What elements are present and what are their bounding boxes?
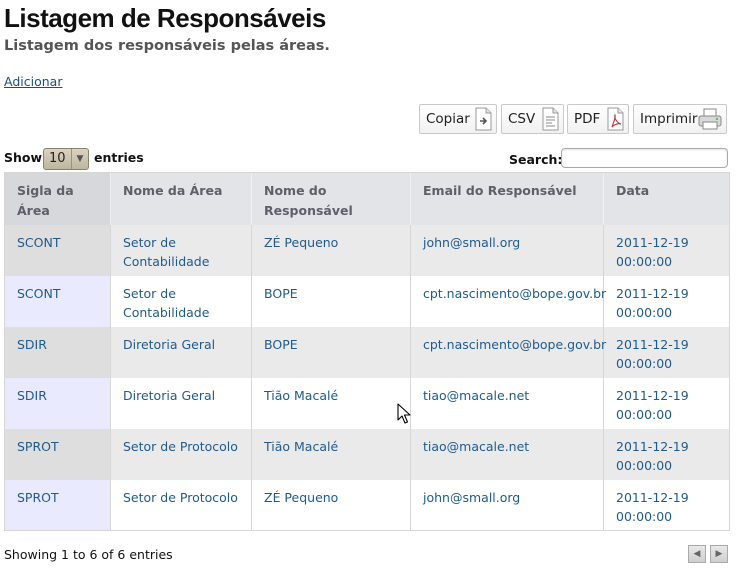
cell-nome-area: Setor de Contabilidade (110, 224, 252, 276)
copy-button-label: Copiar (426, 111, 470, 127)
cell-data: 2011-12-19 00:00:00 (603, 479, 730, 531)
show-label: Show (4, 150, 43, 165)
copy-button[interactable]: Copiar (419, 104, 497, 134)
table-row[interactable]: SDIR Diretoria Geral BOPE cpt.nascimento… (4, 326, 730, 378)
pdf-button-label: PDF (574, 111, 601, 127)
next-page-icon: ▶ (715, 549, 723, 559)
entries-per-page-value: 10 (49, 151, 66, 166)
print-button-label: Imprimir (640, 111, 698, 127)
cell-data: 2011-12-19 00:00:00 (603, 428, 730, 480)
header-nome-responsavel[interactable]: Nome do Responsável (251, 172, 411, 225)
entries-per-page-select[interactable]: 10 ▼ (43, 148, 89, 170)
copy-icon (473, 107, 493, 135)
table-row[interactable]: SDIR Diretoria Geral Tião Macalé tiao@ma… (4, 377, 730, 429)
printer-icon (697, 107, 723, 135)
cell-email: tiao@macale.net (410, 377, 604, 429)
previous-page-button[interactable]: ◀ (688, 545, 706, 563)
cell-sigla: SPROT (4, 479, 111, 531)
csv-button[interactable]: CSV (501, 104, 564, 134)
cell-email: cpt.nascimento@bope.gov.br (410, 275, 606, 327)
chevron-down-icon: ▼ (71, 149, 88, 169)
table-row[interactable]: SCONT Setor de Contabilidade BOPE cpt.na… (4, 275, 730, 327)
table-info: Showing 1 to 6 of 6 entries (4, 547, 173, 562)
cell-nome-area: Setor de Contabilidade (110, 275, 252, 327)
cell-nome-area: Diretoria Geral (110, 326, 252, 378)
cell-nome-area: Setor de Protocolo (110, 428, 252, 480)
table-header-row: Sigla da Área Nome da Área Nome do Respo… (4, 172, 730, 225)
cell-data: 2011-12-19 00:00:00 (603, 377, 730, 429)
cell-email: john@small.org (410, 224, 604, 276)
search-label: Search: (509, 152, 563, 167)
cell-sigla: SPROT (4, 428, 111, 480)
pdf-button[interactable]: PDF (567, 104, 629, 134)
search-input[interactable] (561, 148, 728, 168)
cell-responsavel: Tião Macalé (251, 377, 411, 429)
table-row[interactable]: SCONT Setor de Contabilidade ZÉ Pequeno … (4, 224, 730, 276)
cell-email: cpt.nascimento@bope.gov.br (410, 326, 606, 378)
cell-sigla: SDIR (4, 377, 111, 429)
cell-data: 2011-12-19 00:00:00 (603, 275, 730, 327)
cell-sigla: SCONT (4, 275, 111, 327)
cell-responsavel: Tião Macalé (251, 428, 411, 480)
entries-label: entries (94, 150, 144, 165)
add-link[interactable]: Adicionar (4, 74, 62, 89)
table-row[interactable]: SPROT Setor de Protocolo Tião Macalé tia… (4, 428, 730, 480)
cell-sigla: SCONT (4, 224, 111, 276)
next-page-button[interactable]: ▶ (710, 545, 728, 563)
csv-button-label: CSV (508, 111, 536, 127)
previous-page-icon: ◀ (693, 549, 701, 559)
print-button[interactable]: Imprimir (633, 104, 727, 134)
cell-sigla: SDIR (4, 326, 111, 378)
header-sigla-area[interactable]: Sigla da Área (4, 172, 111, 225)
cell-responsavel: ZÉ Pequeno (251, 479, 411, 531)
cell-email: john@small.org (410, 479, 604, 531)
page-title: Listagem de Responsáveis (4, 3, 326, 33)
cell-data: 2011-12-19 00:00:00 (603, 224, 730, 276)
mouse-cursor-icon (397, 403, 411, 429)
cell-nome-area: Diretoria Geral (110, 377, 252, 429)
csv-file-icon (540, 107, 560, 135)
header-nome-area[interactable]: Nome da Área (110, 172, 252, 225)
cell-responsavel: BOPE (251, 275, 411, 327)
cell-nome-area: Setor de Protocolo (110, 479, 252, 531)
page-subtitle: Listagem dos responsáveis pelas áreas. (4, 38, 330, 54)
header-data[interactable]: Data (603, 172, 730, 225)
cell-responsavel: BOPE (251, 326, 411, 378)
responsaveis-table: Sigla da Área Nome da Área Nome do Respo… (4, 172, 730, 531)
header-email-responsavel[interactable]: Email do Responsável (410, 172, 604, 225)
pdf-file-icon (605, 107, 625, 135)
cell-email: tiao@macale.net (410, 428, 604, 480)
cell-responsavel: ZÉ Pequeno (251, 224, 411, 276)
cell-data: 2011-12-19 00:00:00 (603, 326, 730, 378)
table-row[interactable]: SPROT Setor de Protocolo ZÉ Pequeno john… (4, 479, 730, 531)
